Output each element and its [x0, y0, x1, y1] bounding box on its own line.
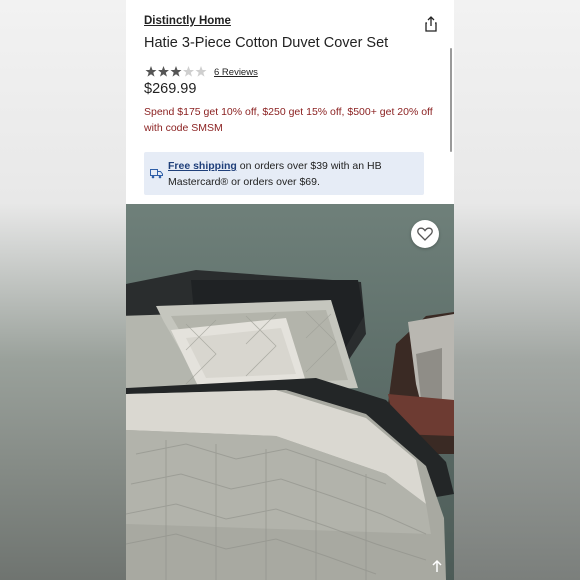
star-empty-icon — [183, 66, 194, 77]
truck-icon — [150, 169, 163, 179]
shipping-text: Free shipping on orders over $39 with an… — [168, 158, 418, 190]
star-icon — [158, 66, 169, 77]
star-rating — [145, 65, 209, 79]
stars-icon — [145, 66, 207, 77]
shipping-banner: Free shipping on orders over $39 with an… — [144, 152, 424, 195]
scrollbar[interactable] — [450, 48, 452, 152]
product-image[interactable] — [126, 204, 454, 580]
share-icon[interactable] — [424, 16, 438, 32]
free-shipping-link[interactable]: Free shipping — [168, 160, 237, 172]
product-title: Hatie 3-Piece Cotton Duvet Cover Set — [144, 35, 389, 51]
star-icon — [170, 66, 182, 77]
reviews-link[interactable]: 6 Reviews — [214, 67, 258, 78]
background-right — [454, 0, 580, 580]
bedding-photo — [126, 270, 454, 580]
background-left — [0, 0, 126, 580]
brand-link[interactable]: Distinctly Home — [144, 15, 231, 27]
star-empty-icon — [195, 66, 207, 77]
product-page: Distinctly Home Hatie 3-Piece Cotton Duv… — [126, 0, 454, 580]
arrow-up-icon[interactable] — [430, 558, 444, 574]
promo-text: Spend $175 get 10% off, $250 get 15% off… — [144, 106, 433, 134]
price: $269.99 — [144, 81, 197, 97]
star-icon — [145, 66, 157, 77]
heart-icon — [417, 227, 433, 241]
favorite-button[interactable] — [411, 220, 439, 248]
